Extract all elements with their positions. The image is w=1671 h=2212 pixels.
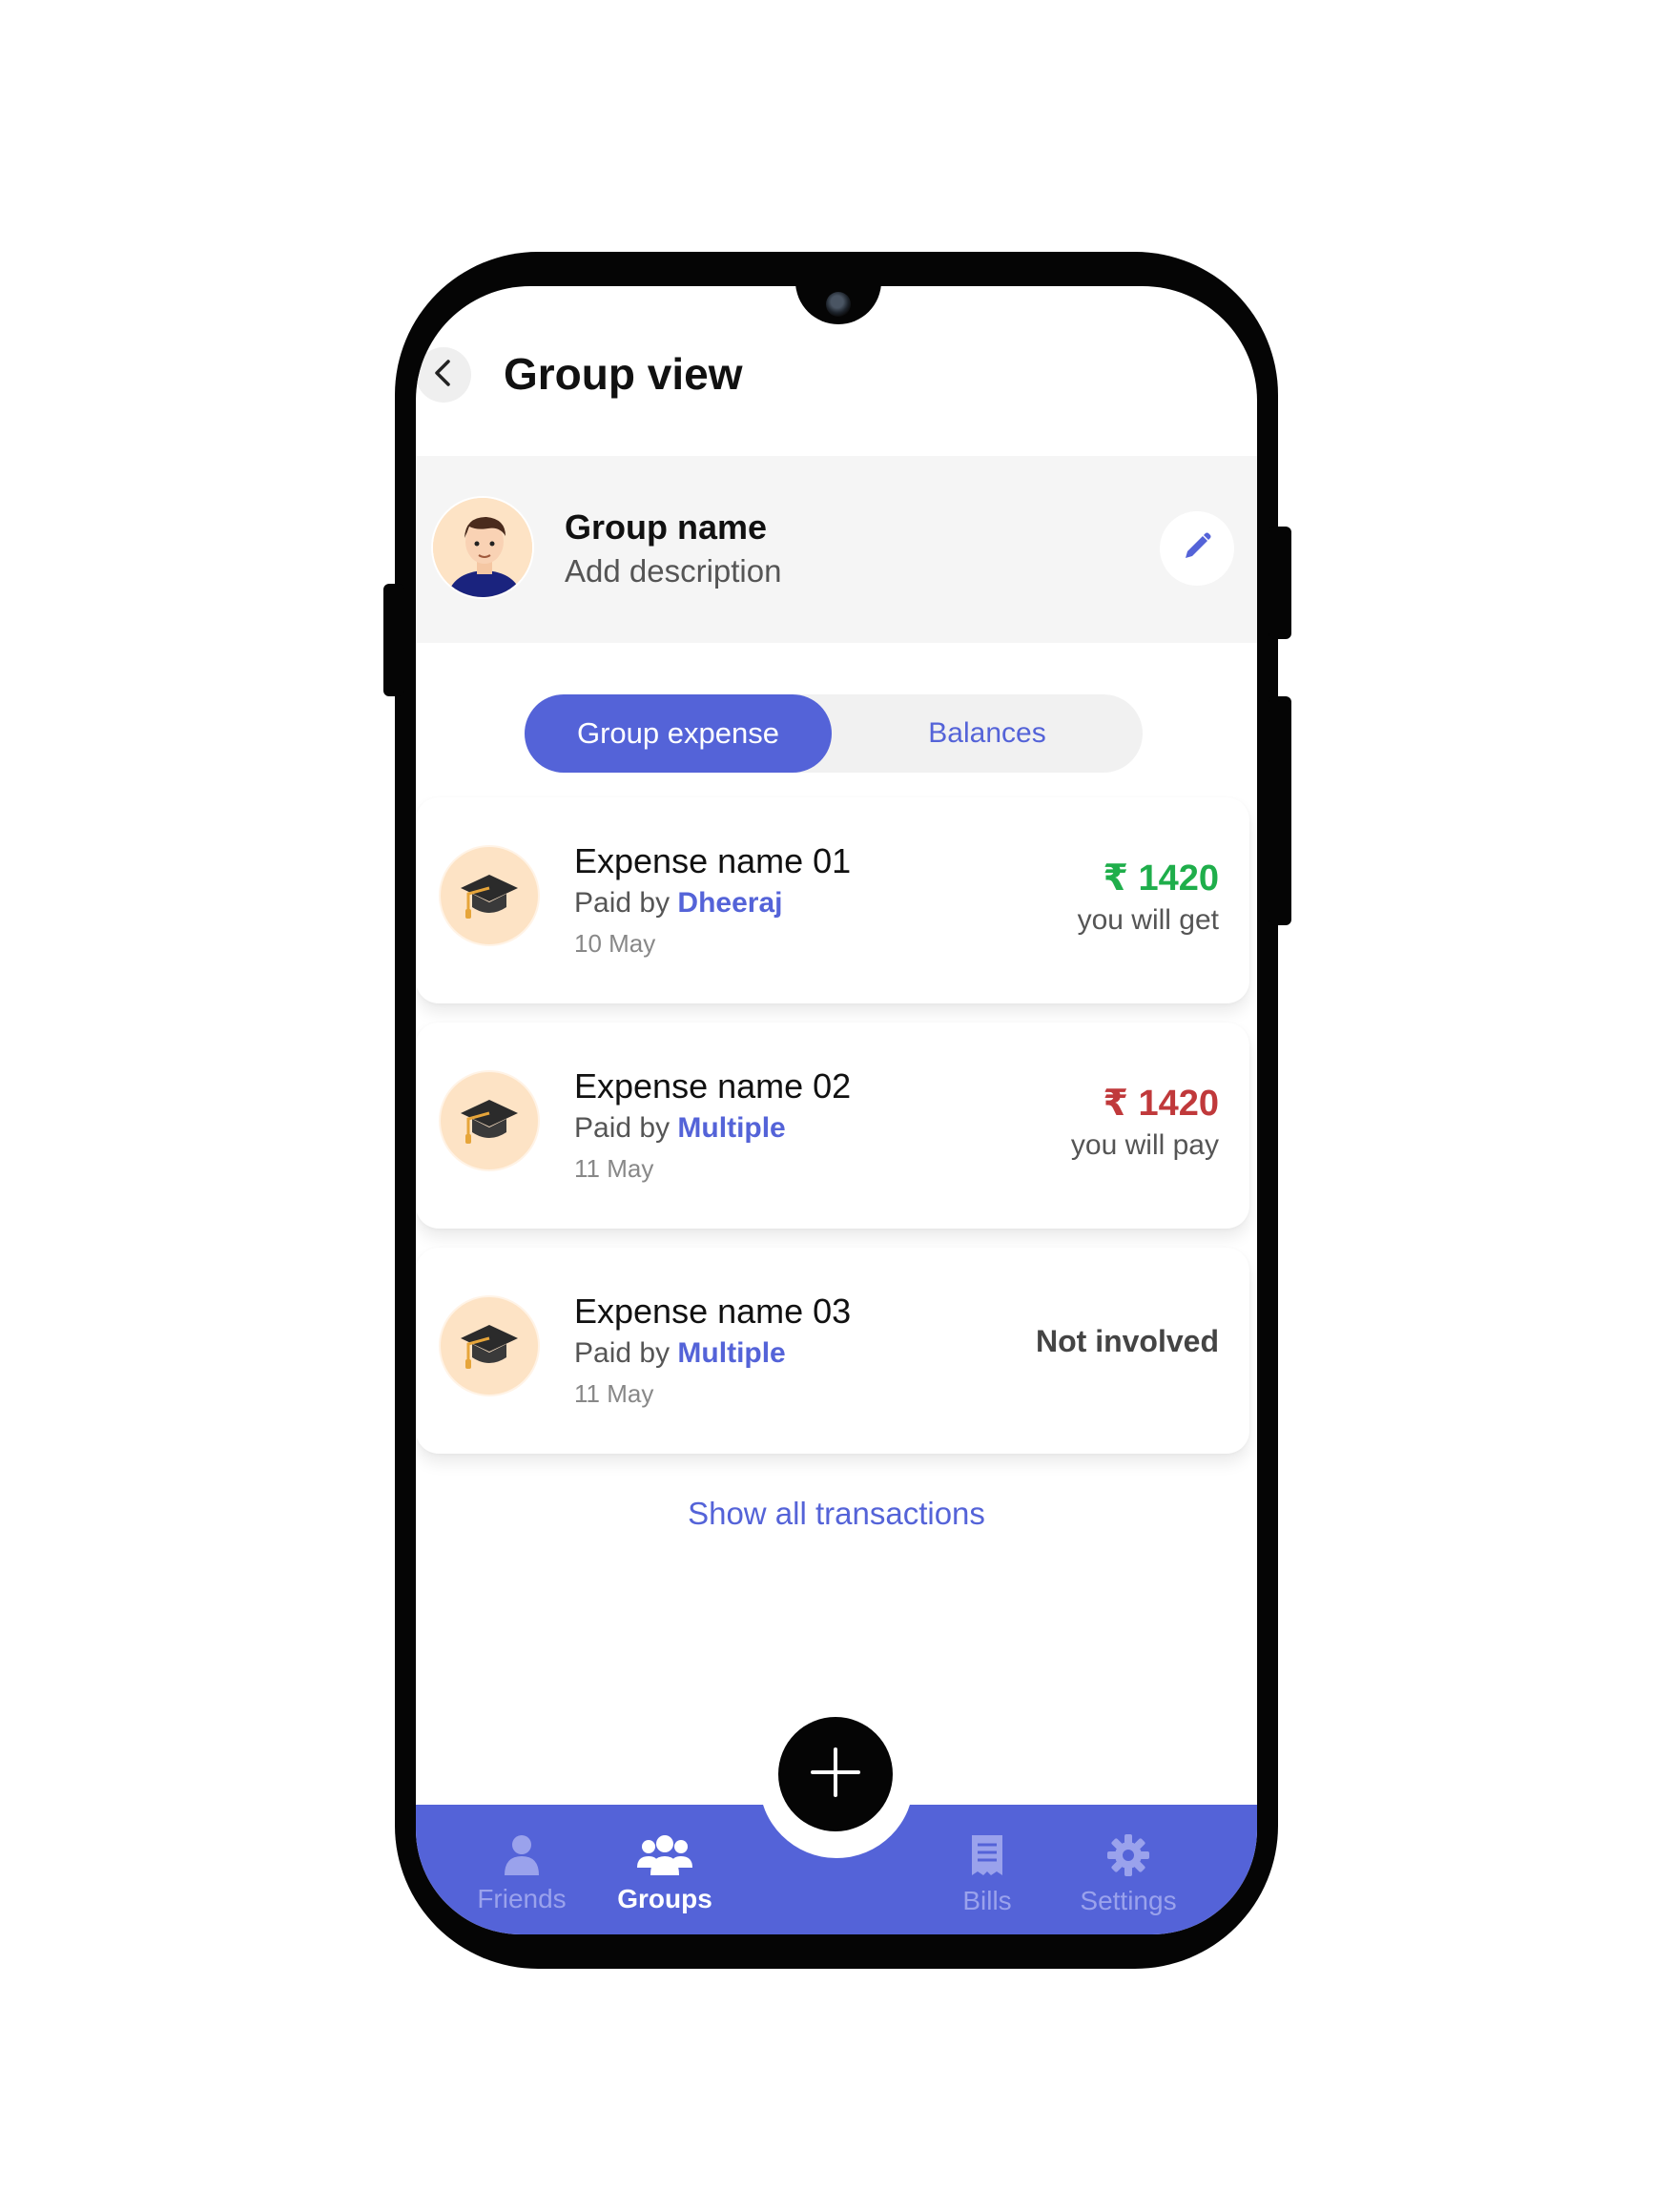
groups-icon — [637, 1835, 692, 1879]
phone-side-button — [383, 584, 404, 696]
avatar — [431, 496, 534, 599]
nav-item-settings[interactable]: Settings — [1057, 1833, 1200, 1916]
expense-status: Not involved — [1035, 1324, 1219, 1358]
pencil-icon — [1180, 529, 1214, 569]
add-expense-button[interactable] — [778, 1717, 893, 1831]
expense-amount: ₹ 1420 — [1103, 858, 1219, 899]
payer-name: Multiple — [677, 1112, 786, 1144]
plus-icon — [809, 1746, 862, 1804]
graduation-cap-icon — [439, 845, 540, 946]
nav-label: Friends — [477, 1884, 567, 1913]
nav-item-bills[interactable]: Bills — [916, 1833, 1059, 1916]
camera-icon — [826, 292, 851, 317]
expense-status: you will get — [1077, 904, 1219, 936]
nav-item-friends[interactable]: Friends — [450, 1833, 593, 1914]
expense-paid-by: Paid by Dheeraj — [574, 887, 782, 920]
paid-by-label: Paid by — [574, 1112, 670, 1144]
group-description[interactable]: Add description — [565, 553, 781, 589]
nav-label: Bills — [962, 1886, 1012, 1915]
chevron-left-icon — [431, 358, 456, 393]
phone-power-button — [1269, 527, 1291, 639]
show-all-transactions-link[interactable]: Show all transactions — [416, 1496, 1257, 1532]
view-toggle: Group expense Balances — [525, 694, 1143, 773]
payer-name: Dheeraj — [677, 887, 783, 919]
person-icon — [503, 1835, 541, 1879]
graduation-cap-icon — [439, 1070, 540, 1171]
expense-paid-by: Paid by Multiple — [574, 1112, 786, 1145]
receipt-icon — [970, 1835, 1004, 1881]
paid-by-label: Paid by — [574, 1337, 670, 1369]
nav-item-groups[interactable]: Groups — [593, 1833, 736, 1914]
nav-label: Settings — [1080, 1886, 1177, 1915]
phone-volume-button — [1269, 696, 1291, 925]
group-name: Group name — [565, 507, 768, 547]
expense-paid-by: Paid by Multiple — [574, 1337, 786, 1370]
payer-name: Multiple — [677, 1337, 786, 1369]
expense-status: you will pay — [1070, 1129, 1219, 1161]
edit-group-button[interactable] — [1160, 511, 1234, 586]
expense-name: Expense name 01 — [574, 841, 852, 880]
expense-amount: ₹ 1420 — [1103, 1084, 1219, 1124]
expense-card[interactable]: Expense name 01 Paid by Dheeraj 10 May ₹… — [416, 797, 1249, 1003]
expense-card[interactable]: Expense name 03 Paid by Multiple 11 May … — [416, 1248, 1249, 1454]
expense-name: Expense name 02 — [574, 1066, 852, 1106]
expense-date: 10 May — [574, 929, 656, 958]
group-header: Group name Add description — [416, 456, 1257, 643]
paid-by-label: Paid by — [574, 887, 670, 919]
tab-balances[interactable]: Balances — [832, 694, 1143, 773]
expense-date: 11 May — [574, 1379, 654, 1408]
phone-screen: Group view Group name Add description Gr… — [416, 286, 1257, 1934]
expense-date: 11 May — [574, 1154, 654, 1183]
nav-label: Groups — [617, 1884, 712, 1913]
back-button[interactable] — [416, 347, 471, 403]
page-title: Group view — [504, 349, 743, 399]
tab-group-expense[interactable]: Group expense — [525, 694, 832, 773]
expense-name: Expense name 03 — [574, 1292, 852, 1331]
gear-icon — [1106, 1834, 1150, 1881]
graduation-cap-icon — [439, 1295, 540, 1396]
expense-card[interactable]: Expense name 02 Paid by Multiple 11 May … — [416, 1023, 1249, 1229]
